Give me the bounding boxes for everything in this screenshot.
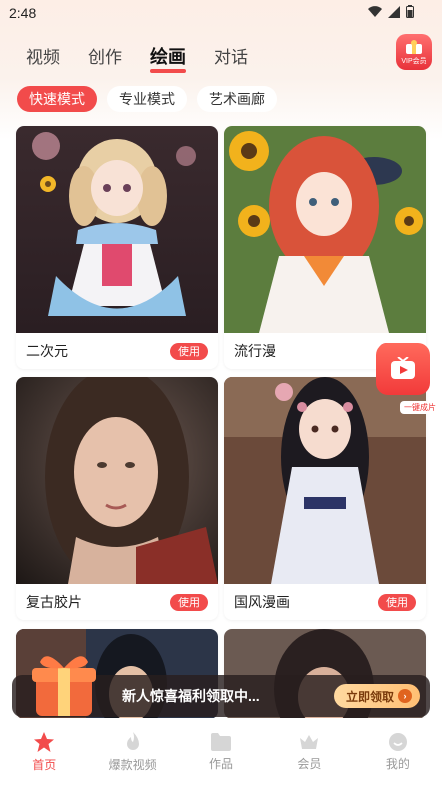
nav-hot-video[interactable]: 爆款视频 bbox=[88, 718, 176, 786]
use-button[interactable]: 使用 bbox=[378, 593, 416, 611]
nav-label: 我的 bbox=[385, 757, 410, 771]
tab-chat[interactable]: 对话 bbox=[214, 43, 248, 69]
tab-video[interactable]: 视频 bbox=[26, 43, 60, 69]
gift-box-icon bbox=[32, 656, 96, 716]
status-bar: 2:48 bbox=[0, 0, 442, 26]
nav-home[interactable]: 首页 bbox=[0, 718, 88, 786]
retro-film-style-image bbox=[16, 377, 218, 584]
nav-mine[interactable]: 我的 bbox=[354, 718, 442, 786]
card-footer: 国风漫画 使用 bbox=[224, 584, 426, 620]
card-footer: 二次元 使用 bbox=[16, 333, 218, 369]
nav-label: 作品 bbox=[209, 757, 234, 771]
nav-label: 爆款视频 bbox=[108, 758, 157, 772]
status-time: 2:48 bbox=[9, 5, 37, 21]
one-click-video-button[interactable] bbox=[376, 343, 430, 395]
claim-button-label: 立即领取 bbox=[345, 689, 394, 704]
claim-button[interactable]: 立即领取 › bbox=[333, 684, 420, 708]
wifi-icon bbox=[368, 5, 382, 17]
use-button[interactable]: 使用 bbox=[170, 342, 208, 360]
nav-member[interactable]: 会员 bbox=[265, 718, 353, 786]
card-title: 复古胶片 bbox=[26, 594, 82, 610]
tv-play-icon bbox=[391, 357, 415, 379]
tab-create[interactable]: 创作 bbox=[88, 43, 122, 69]
bottom-nav: 首页 爆款视频 作品 会员 我的 bbox=[0, 718, 442, 786]
status-icons bbox=[368, 5, 414, 18]
guofeng-style-image bbox=[224, 377, 426, 584]
mode-quick[interactable]: 快速模式 bbox=[17, 86, 97, 112]
style-card-pop-manga[interactable]: 流行漫 使用 bbox=[224, 126, 426, 369]
pop-manga-style-image bbox=[224, 126, 426, 333]
use-button[interactable]: 使用 bbox=[170, 593, 208, 611]
card-title: 二次元 bbox=[26, 343, 68, 359]
vip-gift-icon bbox=[406, 39, 422, 54]
folder-icon bbox=[211, 733, 232, 751]
promo-text: 新人惊喜福利领取中... bbox=[122, 688, 260, 704]
style-card-retro-film[interactable]: 复古胶片 使用 bbox=[16, 377, 218, 620]
signal-icon bbox=[388, 5, 400, 18]
home-star-icon bbox=[34, 732, 55, 752]
mode-pro[interactable]: 专业模式 bbox=[107, 86, 187, 112]
nav-label: 首页 bbox=[32, 758, 57, 772]
profile-icon bbox=[388, 733, 407, 751]
vip-label: VIP会员 bbox=[401, 57, 427, 65]
card-footer: 复古胶片 使用 bbox=[16, 584, 218, 620]
style-card-guofeng[interactable]: 国风漫画 使用 bbox=[224, 377, 426, 620]
one-click-video-label: 一键成片 bbox=[400, 401, 440, 414]
crown-icon bbox=[300, 735, 319, 749]
nav-works[interactable]: 作品 bbox=[177, 718, 265, 786]
battery-icon bbox=[406, 5, 414, 18]
card-title: 流行漫 bbox=[234, 343, 276, 359]
flame-icon bbox=[126, 732, 139, 750]
card-title: 国风漫画 bbox=[234, 594, 290, 610]
arrow-right-icon: › bbox=[398, 689, 412, 703]
nav-label: 会员 bbox=[297, 757, 322, 771]
tab-painting[interactable]: 绘画 bbox=[150, 43, 186, 73]
top-tabs: 视频 创作 绘画 对话 bbox=[26, 43, 248, 73]
mode-pills: 快速模式 专业模式 艺术画廊 bbox=[17, 86, 277, 112]
mode-gallery[interactable]: 艺术画廊 bbox=[197, 86, 277, 112]
anime-style-image bbox=[16, 126, 218, 333]
vip-button[interactable]: VIP会员 bbox=[396, 34, 432, 70]
style-card-anime[interactable]: 二次元 使用 bbox=[16, 126, 218, 369]
